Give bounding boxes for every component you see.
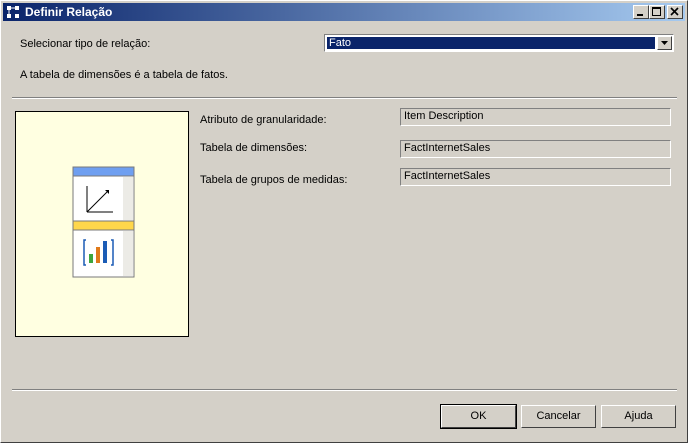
dialog-window: Definir Relação Selecionar tipo de relaç…: [0, 0, 688, 443]
bottom-separator: [12, 389, 677, 391]
measure-scrollbar: [123, 231, 133, 276]
relation-description: A tabela de dimensões é a tabela de fato…: [20, 69, 228, 81]
relation-preview-panel: [15, 111, 189, 337]
app-icon: [7, 6, 19, 18]
close-icon: [670, 7, 679, 16]
measure-table-header: [72, 220, 135, 231]
minimize-icon: [637, 14, 643, 16]
granularity-field[interactable]: Item Description: [400, 108, 671, 126]
title-bar[interactable]: Definir Relação: [3, 3, 685, 21]
dimension-table-label: Tabela de dimensões:: [200, 142, 308, 154]
maximize-icon: [652, 7, 661, 16]
measure-group-table-label: Tabela de grupos de medidas:: [200, 174, 348, 186]
dropdown-button[interactable]: [657, 36, 672, 50]
top-separator: [12, 97, 677, 99]
close-button[interactable]: [667, 5, 683, 19]
cancel-button[interactable]: Cancelar: [521, 405, 596, 428]
relation-type-selected-value: Fato: [326, 36, 656, 50]
relation-diagram: [72, 166, 135, 278]
dimension-scrollbar: [123, 177, 133, 220]
granularity-label: Atributo de granularidade:: [200, 114, 327, 126]
maximize-button[interactable]: [649, 5, 665, 19]
relation-type-label: Selecionar tipo de relação:: [20, 38, 151, 50]
dimension-table-header: [72, 166, 135, 177]
window-title: Definir Relação: [25, 5, 113, 19]
dimension-table-field[interactable]: FactInternetSales: [400, 140, 671, 158]
ok-button[interactable]: OK: [440, 404, 517, 429]
measure-group-table-field[interactable]: FactInternetSales: [400, 168, 671, 186]
help-button[interactable]: Ajuda: [601, 405, 676, 428]
minimize-button[interactable]: [633, 5, 649, 19]
chevron-down-icon: [661, 41, 668, 45]
relation-type-select[interactable]: Fato: [324, 34, 674, 52]
